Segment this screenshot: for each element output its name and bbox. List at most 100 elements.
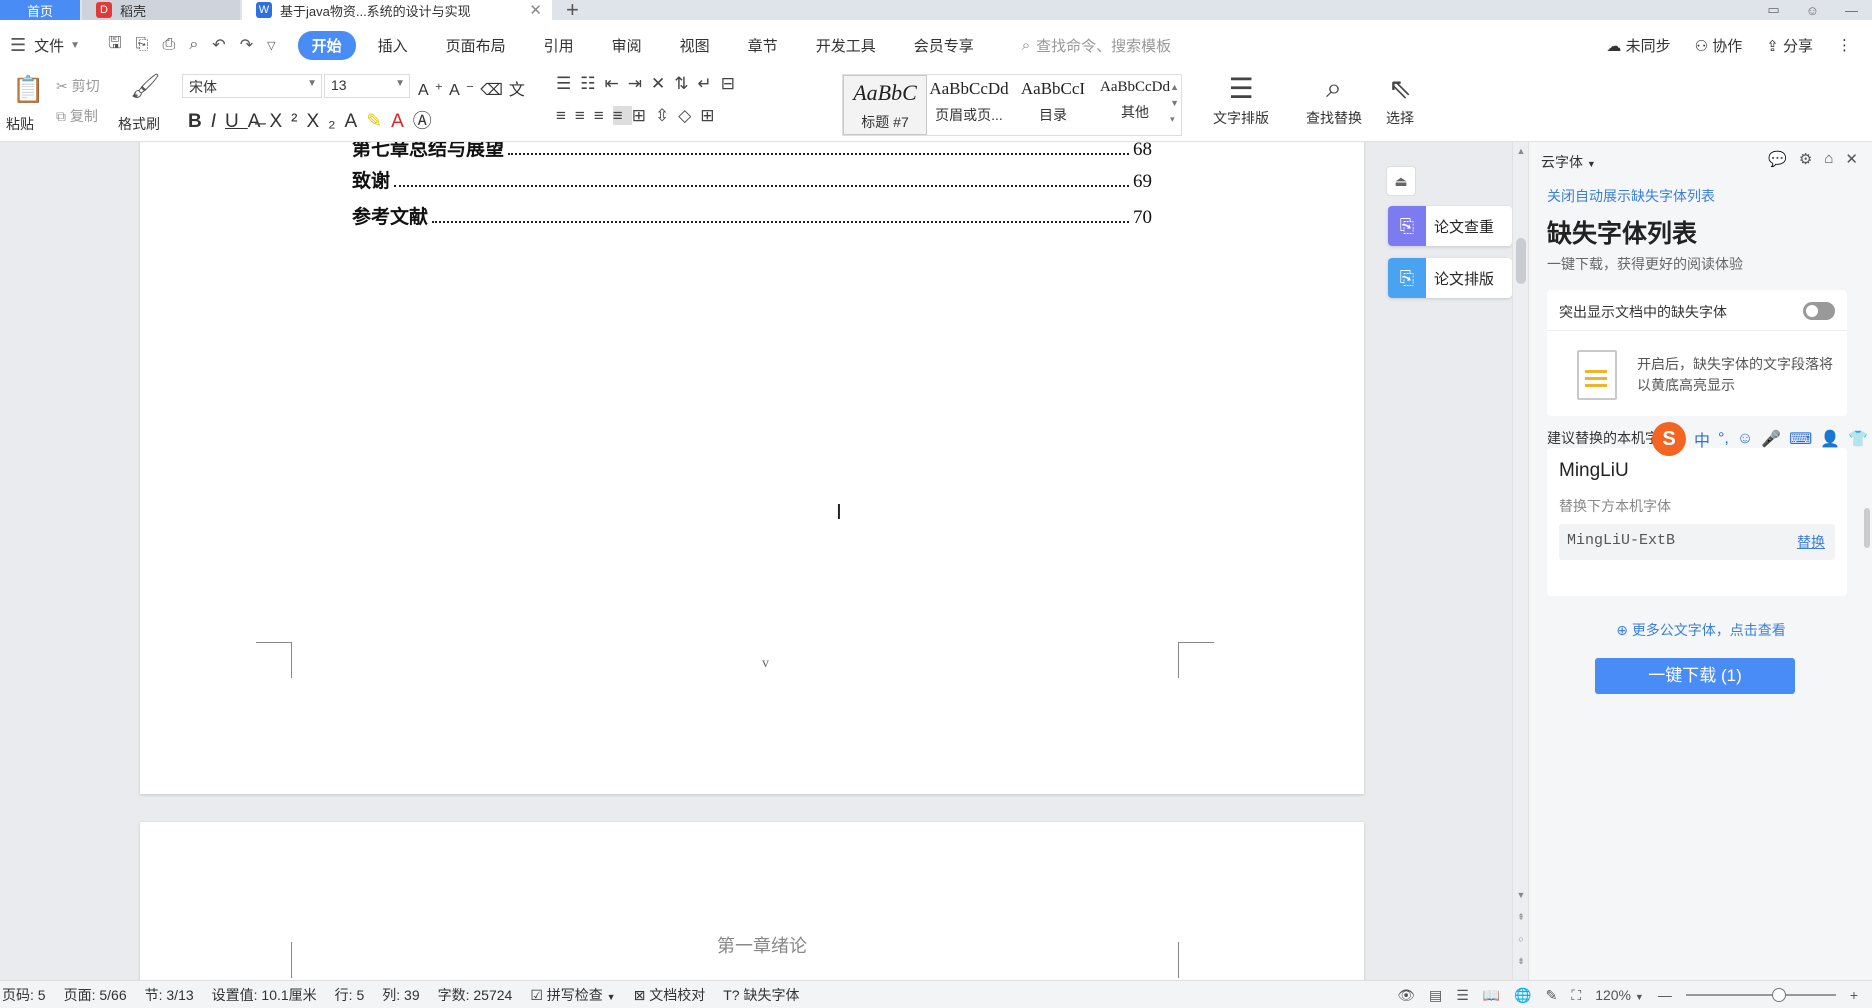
char-border-icon[interactable]: Ⓐ [413,111,441,132]
paste-button[interactable]: 粘贴 [6,114,34,134]
style-toc[interactable]: AaBbCcI 目录 [1011,75,1095,135]
distribute-icon[interactable]: ⊞ [632,106,655,125]
font-color-icon[interactable]: A [391,111,413,132]
save-icon[interactable]: 🖫 [108,32,122,59]
copy-button[interactable]: ⧉ 复制 [56,106,98,126]
paste-icon[interactable]: 📋 [12,74,44,105]
pin-icon[interactable]: ⌂ [1824,150,1833,168]
style-header[interactable]: AaBbCcDd 页眉或页... [927,75,1011,135]
toc-entry[interactable]: 参考文献 70 [352,202,1152,229]
thesis-format-button[interactable]: ⎘ 论文排版 [1388,258,1512,298]
increase-indent-icon[interactable]: ⇥ [628,74,651,93]
pen-icon[interactable]: ✎ [1546,987,1558,1004]
brush-icon[interactable]: 🖌 [130,72,160,101]
page-view-icon[interactable]: ▤ [1429,987,1442,1004]
text-layout-button[interactable]: ☰ 文字排版 [1200,72,1282,128]
scroll-up-icon[interactable]: ▲ [1513,146,1529,156]
ime-punctuation[interactable]: °, [1718,430,1729,448]
numbered-list-icon[interactable]: ☷ [580,74,604,93]
subscript-icon[interactable]: X₂ [306,111,344,132]
scrollbar-thumb[interactable] [1516,238,1526,284]
export-pdf-icon[interactable]: ⎘ [136,36,149,54]
avatar[interactable]: ☺ [1806,3,1819,18]
sogou-logo-icon[interactable]: S [1652,422,1686,456]
ruler-icon[interactable]: ⊟ [721,74,744,93]
font-size-select[interactable]: 13 ▼ [324,74,410,98]
status-section[interactable]: 节: 3/13 [145,985,194,1005]
tab-page-layout[interactable]: 页面布局 [430,31,522,60]
underline-icon[interactable]: U [225,111,248,132]
document-area[interactable]: 第七章总结与展望 68 致谢 69 参考文献 70 v I 第一章绪论 [0,142,1380,980]
align-left-icon[interactable]: ≡ [556,106,575,125]
shirt-icon[interactable]: 👕 [1848,429,1868,449]
sync-button[interactable]: ☁ 未同步 [1606,35,1670,56]
document-page[interactable]: 第七章总结与展望 68 致谢 69 参考文献 70 v [140,142,1364,794]
select-button[interactable]: ⇖ 选择 [1374,72,1426,128]
shrink-font-icon[interactable]: A⁻ [449,82,480,99]
gear-icon[interactable]: ⚙ [1799,150,1812,168]
close-auto-show-link[interactable]: 关闭自动展示缺失字体列表 [1547,186,1715,206]
layout-icon[interactable]: ▭ [1767,2,1779,18]
eye-protection-icon[interactable]: 👁 [1397,987,1415,1004]
next-page-icon[interactable]: ⇟ [1513,956,1529,967]
highlight-toggle[interactable] [1803,302,1835,320]
phonetic-icon[interactable]: 文 [509,82,531,99]
print-icon[interactable]: ⎙ [163,36,176,54]
borders-icon[interactable]: ⊞ [700,106,723,125]
more-fonts-link[interactable]: ⊕ 更多公文字体，点击查看 [1529,620,1872,640]
tab-insert[interactable]: 插入 [362,31,424,60]
collapse-icon[interactable]: ⏏ [1386,166,1416,196]
redo-icon[interactable]: ↷ [240,35,253,55]
outline-view-icon[interactable]: ☰ [1456,987,1469,1004]
more-icon[interactable]: ⋮ [1837,36,1852,54]
grow-font-icon[interactable]: A⁺ [418,82,449,99]
zoom-in-icon[interactable]: + [1850,987,1858,1003]
user-icon[interactable]: 👤 [1820,429,1840,449]
format-painter-button[interactable]: 格式刷 [118,114,160,134]
tab-document[interactable]: W 基于java物资...系统的设计与实现 ✕ [242,0,552,20]
panel-scrollbar[interactable] [1864,508,1870,548]
strikethrough-icon[interactable]: A̶ [248,111,270,132]
zoom-out-icon[interactable]: — [1658,987,1672,1003]
missing-font-button[interactable]: T? 缺失字体 [723,985,799,1005]
status-page-code[interactable]: 页码: 5 [2,985,46,1005]
shading-icon[interactable]: ◇ [678,106,700,125]
bold-icon[interactable]: B [188,111,211,132]
show-marks-icon[interactable]: ↵ [698,74,721,93]
reading-view-icon[interactable]: 📖 [1483,987,1500,1004]
proofread-button[interactable]: ⊠ 文档校对 [634,985,706,1005]
find-replace-button[interactable]: ⌕ 查找替换 [1294,72,1374,128]
microphone-icon[interactable]: 🎤 [1761,429,1781,449]
close-icon[interactable]: ✕ [529,1,542,19]
web-view-icon[interactable]: 🌐 [1514,987,1531,1004]
panel-header[interactable]: 云字体 ▼ [1541,152,1596,172]
tab-start[interactable]: 开始 [297,30,356,60]
tab-developer[interactable]: 开发工具 [800,31,892,60]
decrease-indent-icon[interactable]: ⇤ [605,74,628,93]
clear-format-icon[interactable]: ⌫ [480,82,509,99]
text-effect-icon[interactable]: A [345,111,367,132]
minimize-icon[interactable]: — [1845,3,1858,18]
document-page[interactable]: 第一章绪论 [140,822,1364,980]
status-page[interactable]: 页面: 5/66 [64,985,127,1005]
prev-page-icon[interactable]: ⇞ [1513,912,1529,923]
zoom-slider[interactable] [1685,988,1836,1002]
tab-view[interactable]: 视图 [664,31,726,60]
toc-entry[interactable]: 第七章总结与展望 68 [352,142,1152,161]
cut-button[interactable]: ✂ 剪切 [56,76,100,96]
tab-daoke[interactable]: D 稻壳 [82,0,240,20]
font-name-select[interactable]: 宋体 ▼ [182,74,322,98]
spell-check-button[interactable]: ☑ 拼写检查 ▼ [530,985,615,1005]
italic-icon[interactable]: I [211,111,225,132]
chinese-layout-icon[interactable]: ✕ [651,74,674,93]
status-word-count[interactable]: 字数: 25724 [438,985,513,1005]
command-search[interactable]: ⌕ 查找命令、搜索模板 [1022,35,1171,56]
status-setting[interactable]: 设置值: 10.1厘米 [212,985,317,1005]
tab-member[interactable]: 会员专享 [898,31,990,60]
collaborate-button[interactable]: ⚇ 协作 [1695,35,1743,56]
style-other[interactable]: AaBbCcDd 其他 [1093,75,1177,135]
share-button[interactable]: ⇪ 分享 [1766,35,1813,56]
fit-page-icon[interactable]: ⛶ [1571,987,1581,1004]
justify-icon[interactable]: ≡ [612,106,632,125]
customize-icon[interactable]: ▽ [267,39,275,52]
